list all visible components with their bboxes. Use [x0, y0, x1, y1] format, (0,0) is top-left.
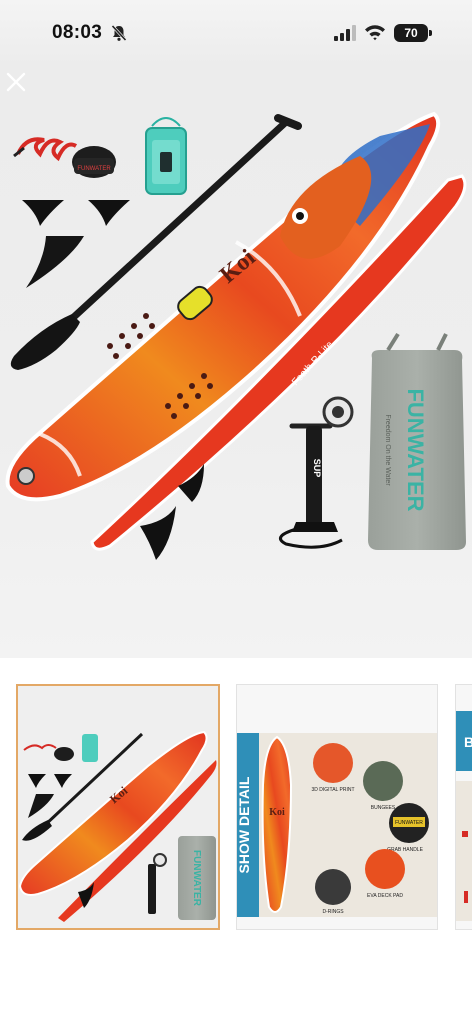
thumb1-bag-text: FUNWATER — [191, 850, 202, 907]
product-image-viewer: 08:03 70 FUNWATER Koi Feath-R-Lite SUP F… — [0, 0, 472, 1024]
battery-icon: 70 — [394, 24, 432, 42]
thumbnail-strip: Koi FUNWATER SHOW DETAIL Koi 3D DIGITAL … — [0, 658, 472, 1024]
thumbnail-1[interactable]: Koi FUNWATER — [16, 684, 220, 930]
svg-text:3D DIGITAL PRINT: 3D DIGITAL PRINT — [311, 787, 354, 793]
close-icon[interactable] — [0, 66, 32, 98]
svg-text:EVA DECK PAD: EVA DECK PAD — [367, 893, 403, 899]
svg-text:D-RINGS: D-RINGS — [322, 909, 344, 915]
thumbnail-3[interactable]: B S — [455, 684, 472, 930]
leash-icon: FUNWATER — [13, 137, 116, 178]
status-time: 08:03 — [52, 22, 103, 43]
backpack-icon: FUNWATER Freedom On the Water — [368, 332, 466, 550]
thumbnail-3-image: B S — [456, 685, 472, 929]
pump-icon: SUP — [278, 396, 354, 549]
dry-bag-icon — [145, 117, 187, 195]
fins-icon — [22, 200, 130, 288]
status-bar: 08:03 70 — [0, 0, 472, 66]
bag-tagline-text: Freedom On the Water — [384, 414, 391, 486]
bell-mute-icon — [111, 24, 127, 42]
thumb3-banner-text: B S — [464, 734, 472, 750]
thumb2-board-text: Koi — [269, 807, 285, 818]
svg-text:BUNGEES: BUNGEES — [371, 805, 396, 811]
thumbnail-2-image: SHOW DETAIL Koi 3D DIGITAL PRINT BUNGEES… — [237, 685, 437, 929]
signal-icon — [334, 25, 356, 41]
paddle-board-kit-illustration: FUNWATER Koi Feath-R-Lite SUP FUNWATER F… — [5, 111, 467, 560]
hero-product-image[interactable]: FUNWATER Koi Feath-R-Lite SUP FUNWATER F… — [0, 66, 472, 658]
bag-brand-text: FUNWATER — [403, 388, 428, 511]
leash-brand-text: FUNWATER — [77, 166, 111, 172]
thumbnail-1-image: Koi FUNWATER — [18, 686, 218, 928]
thumb2-banner-text: SHOW DETAIL — [237, 776, 252, 873]
pump-sup-text: SUP — [312, 459, 322, 478]
wifi-icon — [365, 25, 385, 41]
svg-text:FUNWATER: FUNWATER — [395, 820, 423, 826]
thumbnail-2[interactable]: SHOW DETAIL Koi 3D DIGITAL PRINT BUNGEES… — [236, 684, 438, 930]
